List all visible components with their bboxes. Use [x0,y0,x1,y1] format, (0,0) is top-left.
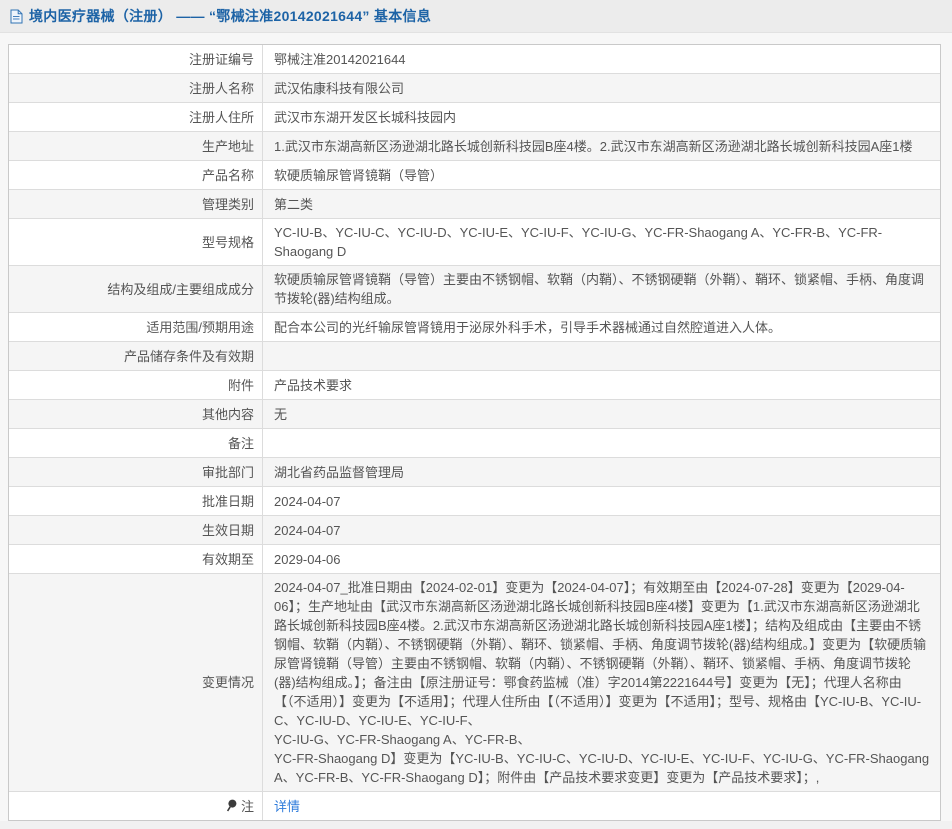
row-label: 注 [9,792,263,820]
row-label: 注册人名称 [9,74,263,102]
row-label: 产品储存条件及有效期 [9,342,263,370]
row-label: 附件 [9,371,263,399]
table-row-production-address: 生产地址 1.武汉市东湖高新区汤逊湖北路长城创新科技园B座4楼。2.武汉市东湖高… [9,131,940,160]
page: 境内医疗器械（注册） —— “鄂械注准20142021644” 基本信息 注册证… [0,0,952,821]
table-row-reg-number: 注册证编号 鄂械注准20142021644 [9,45,940,73]
table-row-product-name: 产品名称 软硬质输尿管肾镜鞘（导管） [9,160,940,189]
header-band: 境内医疗器械（注册） —— “鄂械注准20142021644” 基本信息 [0,0,952,33]
table-row-registrant-address: 注册人住所 武汉市东湖开发区长城科技园内 [9,102,940,131]
row-label: 注册人住所 [9,103,263,131]
table-row-approval-date: 批准日期 2024-04-07 [9,486,940,515]
row-value: 产品技术要求 [263,371,940,399]
row-label: 型号规格 [9,219,263,265]
row-value: 软硬质输尿管肾镜鞘（导管） [263,161,940,189]
row-value: 第二类 [263,190,940,218]
row-label: 生效日期 [9,516,263,544]
table-row-model-spec: 型号规格 YC-IU-B、YC-IU-C、YC-IU-D、YC-IU-E、YC-… [9,218,940,265]
row-value: 1.武汉市东湖高新区汤逊湖北路长城创新科技园B座4楼。2.武汉市东湖高新区汤逊湖… [263,132,940,160]
row-value: 2024-04-07 [263,487,940,515]
row-label: 适用范围/预期用途 [9,313,263,341]
page-title: 境内医疗器械（注册） —— “鄂械注准20142021644” 基本信息 [29,6,431,26]
row-label: 变更情况 [9,574,263,791]
table-row-effective-date: 生效日期 2024-04-07 [9,515,940,544]
row-value: 配合本公司的光纤输尿管肾镜用于泌尿外科手术，引导手术器械通过自然腔道进入人体。 [263,313,940,341]
row-value: 详情 [263,792,940,820]
table-row-attachment: 附件 产品技术要求 [9,370,940,399]
row-label: 其他内容 [9,400,263,428]
row-value: 2029-04-06 [263,545,940,573]
row-label: 有效期至 [9,545,263,573]
row-value: 湖北省药品监督管理局 [263,458,940,486]
row-value: YC-IU-B、YC-IU-C、YC-IU-D、YC-IU-E、YC-IU-F、… [263,219,940,265]
details-link[interactable]: 详情 [274,797,300,816]
row-value: 软硬质输尿管肾镜鞘（导管）主要由不锈钢帽、软鞘（内鞘）、不锈钢硬鞘（外鞘）、鞘环… [263,266,940,312]
table-row-remarks: 备注 [9,428,940,457]
table-row-storage-validity: 产品储存条件及有效期 [9,341,940,370]
table-row-intended-use: 适用范围/预期用途 配合本公司的光纤输尿管肾镜用于泌尿外科手术，引导手术器械通过… [9,312,940,341]
change-history-text: 2024-04-07_批准日期由【2024-02-01】变更为【2024-04-… [274,578,930,787]
table-row-structure-composition: 结构及组成/主要组成成分 软硬质输尿管肾镜鞘（导管）主要由不锈钢帽、软鞘（内鞘）… [9,265,940,312]
row-value [263,429,940,457]
table-row-expiry-date: 有效期至 2029-04-06 [9,544,940,573]
table-row-approval-department: 审批部门 湖北省药品监督管理局 [9,457,940,486]
document-icon [10,9,23,24]
table-row-registrant-name: 注册人名称 武汉佑康科技有限公司 [9,73,940,102]
table-row-other-content: 其他内容 无 [9,399,940,428]
row-label: 备注 [9,429,263,457]
row-value: 2024-04-07 [263,516,940,544]
row-value: 武汉佑康科技有限公司 [263,74,940,102]
table-row-management-class: 管理类别 第二类 [9,189,940,218]
row-value: 2024-04-07_批准日期由【2024-02-01】变更为【2024-04-… [263,574,940,791]
table-row-note: 注 详情 [9,791,940,820]
row-value: 无 [263,400,940,428]
row-label: 生产地址 [9,132,263,160]
row-label: 审批部门 [9,458,263,486]
row-label: 结构及组成/主要组成成分 [9,266,263,312]
note-label: 注 [241,797,254,816]
row-value [263,342,940,370]
table-row-change-history: 变更情况 2024-04-07_批准日期由【2024-02-01】变更为【202… [9,573,940,791]
row-label: 批准日期 [9,487,263,515]
pin-icon [225,799,238,813]
registration-info-table: 注册证编号 鄂械注准20142021644 注册人名称 武汉佑康科技有限公司 注… [8,44,941,821]
row-label: 注册证编号 [9,45,263,73]
row-label: 管理类别 [9,190,263,218]
row-value: 武汉市东湖开发区长城科技园内 [263,103,940,131]
row-value: 鄂械注准20142021644 [263,45,940,73]
row-label: 产品名称 [9,161,263,189]
